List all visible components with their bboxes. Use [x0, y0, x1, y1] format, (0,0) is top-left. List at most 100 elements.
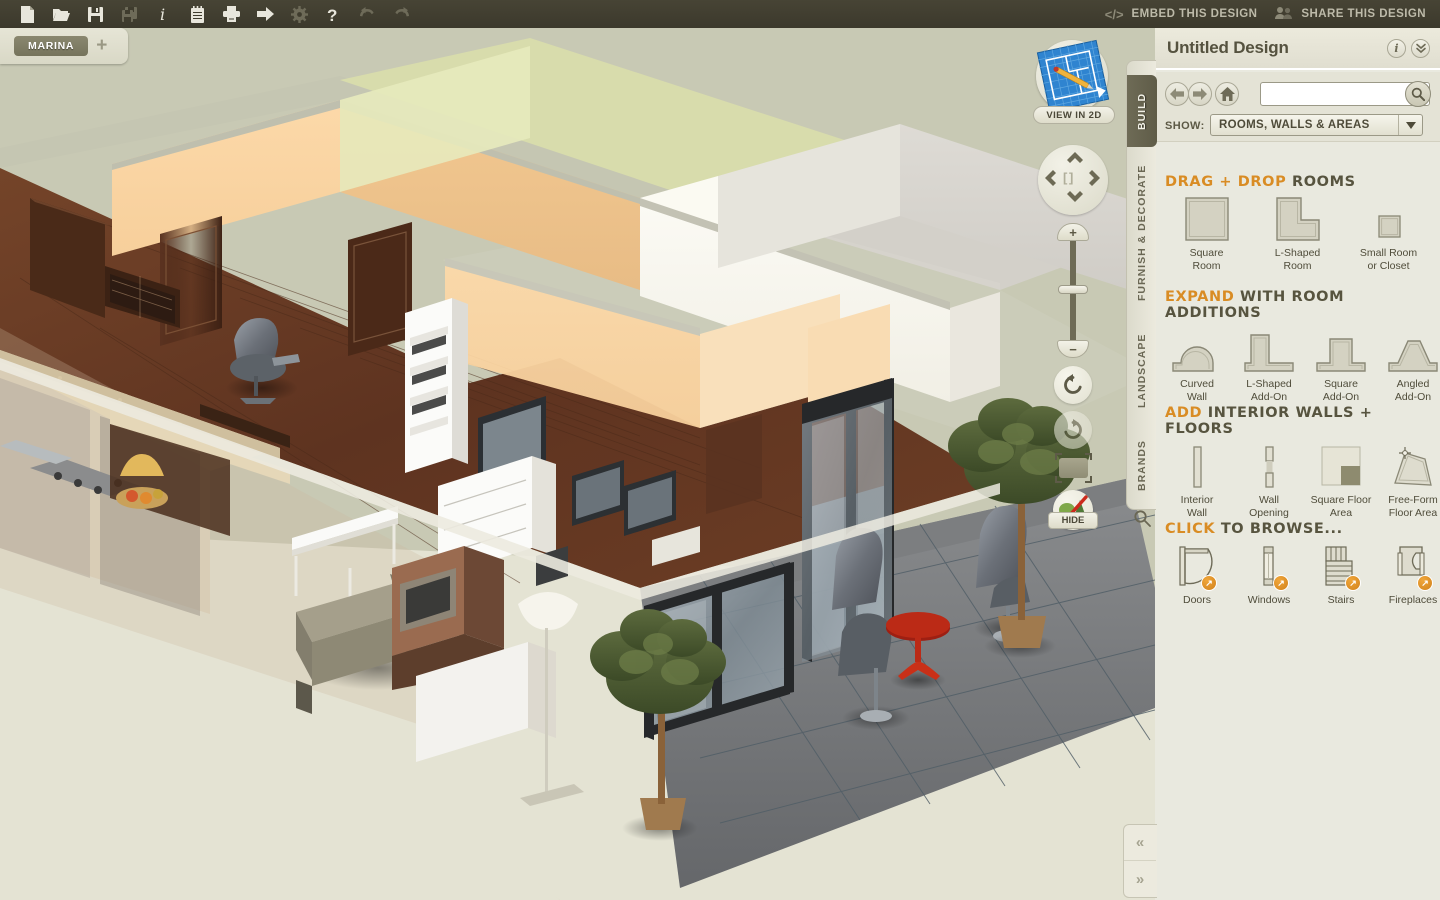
free-form-floor-icon[interactable]	[1389, 443, 1437, 489]
square-addon-icon[interactable]	[1314, 327, 1368, 373]
zoom-slider[interactable]: + −	[1057, 223, 1089, 358]
item-small-room[interactable]: Small Room or Closet	[1343, 196, 1434, 273]
pan-dpad[interactable]: [ ]	[1038, 145, 1108, 215]
pan-left-icon[interactable]	[1045, 170, 1056, 190]
collapse-right-button[interactable]: »	[1124, 861, 1156, 897]
collapse-left-button[interactable]: «	[1124, 825, 1156, 861]
share-design-button[interactable]: SHARE THIS DESIGN	[1275, 6, 1426, 23]
zoom-out-button[interactable]: −	[1057, 340, 1089, 358]
square-floor-icon[interactable]	[1319, 443, 1363, 489]
search-submit-button[interactable]	[1405, 81, 1431, 107]
item-free-form-floor-label: Free-Form Floor Area	[1388, 494, 1438, 519]
tab-landscape[interactable]: LANDSCAPE	[1127, 317, 1157, 425]
item-fireplaces[interactable]: ↗ Fireplaces	[1377, 543, 1440, 607]
l-shaped-room-icon[interactable]	[1275, 196, 1321, 242]
item-square-addon[interactable]: Square Add-On	[1305, 327, 1377, 404]
pan-up-icon[interactable]	[1067, 150, 1083, 167]
floorplan-thumbnail-icon[interactable]	[1036, 39, 1110, 113]
item-interior-wall[interactable]: Interior Wall	[1161, 443, 1233, 520]
panel-search-box[interactable]	[1260, 81, 1431, 107]
info-icon[interactable]: i	[1387, 38, 1406, 58]
right-panel: Untitled Design i SHOW: ROOMS, WALLS & A…	[1155, 28, 1440, 900]
view-in-2d-control[interactable]: VIEW IN 2D	[1033, 39, 1115, 126]
interior-wall-icon[interactable]	[1177, 443, 1217, 489]
window-icon[interactable]: ↗	[1246, 543, 1292, 591]
item-stairs[interactable]: ↗ Stairs	[1305, 543, 1377, 607]
zoom-in-button[interactable]: +	[1057, 223, 1089, 241]
snapshot-frame-button[interactable]	[1055, 453, 1092, 483]
new-document-icon[interactable]	[10, 0, 44, 28]
item-l-shaped-addon-label: L-Shaped Add-On	[1246, 378, 1292, 403]
item-wall-opening[interactable]: Wall Opening	[1233, 443, 1305, 520]
stairs-icon[interactable]: ↗	[1318, 543, 1364, 591]
embed-design-button[interactable]: </> EMBED THIS DESIGN	[1105, 7, 1258, 22]
item-stairs-label: Stairs	[1327, 594, 1355, 606]
search-icon[interactable]	[1133, 509, 1151, 527]
tab-furnish-decorate[interactable]: FURNISH & DECORATE	[1127, 153, 1157, 313]
angled-addon-icon[interactable]	[1386, 327, 1440, 373]
section-browse-rest: TO BROWSE...	[1220, 521, 1343, 537]
pan-right-icon[interactable]	[1089, 170, 1100, 190]
recenter-view-icon[interactable]: [ ]	[1063, 170, 1073, 185]
undo-icon[interactable]	[350, 0, 384, 28]
tab-brands[interactable]: BRANDS	[1127, 429, 1157, 503]
fireplace-icon[interactable]: ↗	[1390, 543, 1436, 591]
share-design-label: SHARE THIS DESIGN	[1301, 8, 1426, 20]
rotate-right-button[interactable]	[1054, 411, 1092, 449]
save-as-icon[interactable]	[112, 0, 146, 28]
item-angled-addon-label: Angled Add-On	[1394, 378, 1432, 403]
help-icon[interactable]: ?	[316, 0, 350, 28]
wall-opening-icon[interactable]	[1249, 443, 1289, 489]
pan-down-icon[interactable]	[1067, 189, 1083, 206]
square-room-icon[interactable]	[1184, 196, 1230, 242]
project-tab-marina[interactable]: MARINA	[14, 36, 89, 56]
nav-forward-button[interactable]	[1188, 82, 1212, 106]
settings-gear-icon[interactable]	[282, 0, 316, 28]
rotate-left-button[interactable]	[1054, 366, 1092, 404]
notes-icon[interactable]	[180, 0, 214, 28]
nav-home-button[interactable]	[1215, 82, 1239, 106]
show-filter-select[interactable]: ROOMS, WALLS & AREAS	[1210, 114, 1423, 136]
stairs-browse-badge[interactable]: ↗	[1345, 575, 1361, 591]
item-l-shaped-room[interactable]: L-Shaped Room	[1252, 196, 1343, 273]
item-doors[interactable]: ↗ Doors	[1161, 543, 1233, 607]
embed-code-icon: </>	[1104, 6, 1124, 22]
chevron-down-icon[interactable]	[1398, 115, 1422, 135]
door-icon[interactable]: ↗	[1174, 543, 1220, 591]
item-square-room[interactable]: Square Room	[1161, 196, 1252, 273]
item-angled-addon[interactable]: Angled Add-On	[1377, 327, 1440, 404]
nav-back-button[interactable]	[1165, 82, 1189, 106]
tab-build[interactable]: BUILD	[1127, 75, 1157, 147]
section-walls-heading: ADD INTERIOR WALLS + FLOORS	[1155, 405, 1440, 437]
fireplaces-browse-badge[interactable]: ↗	[1417, 575, 1433, 591]
item-doors-label: Doors	[1182, 594, 1211, 606]
item-interior-wall-label: Interior Wall	[1180, 494, 1214, 519]
info-icon[interactable]: i	[146, 0, 180, 28]
curved-wall-icon[interactable]	[1170, 327, 1224, 373]
hide-label[interactable]: HIDE	[1048, 512, 1098, 529]
item-free-form-floor-area[interactable]: Free-Form Floor Area	[1377, 443, 1440, 520]
collapse-chevrons-icon[interactable]	[1411, 38, 1430, 58]
frame-corner-br	[1085, 476, 1092, 483]
panel-header: Untitled Design i	[1155, 28, 1440, 70]
item-square-floor-area[interactable]: Square Floor Area	[1305, 443, 1377, 520]
design-3d-viewport[interactable]	[0, 28, 1155, 900]
print-icon[interactable]	[214, 0, 248, 28]
doors-browse-badge[interactable]: ↗	[1201, 575, 1217, 591]
design-title[interactable]: Untitled Design	[1155, 38, 1289, 58]
small-room-icon[interactable]	[1366, 196, 1412, 242]
item-windows[interactable]: ↗ Windows	[1233, 543, 1305, 607]
l-shaped-addon-icon[interactable]	[1242, 327, 1296, 373]
add-tab-button[interactable]: +	[96, 36, 107, 55]
item-l-shaped-addon[interactable]: L-Shaped Add-On	[1233, 327, 1305, 404]
search-input[interactable]	[1265, 86, 1401, 104]
view-in-2d-label[interactable]: VIEW IN 2D	[1033, 106, 1115, 124]
redo-icon[interactable]	[384, 0, 418, 28]
windows-browse-badge[interactable]: ↗	[1273, 575, 1289, 591]
item-curved-wall[interactable]: Curved Wall	[1161, 327, 1233, 404]
export-icon[interactable]	[248, 0, 282, 28]
zoom-slider-thumb[interactable]	[1058, 285, 1088, 294]
top-toolbar: i ? </> EMBED THIS DESIGN SHARE THIS DES…	[0, 0, 1440, 28]
save-icon[interactable]	[78, 0, 112, 28]
open-folder-icon[interactable]	[44, 0, 78, 28]
